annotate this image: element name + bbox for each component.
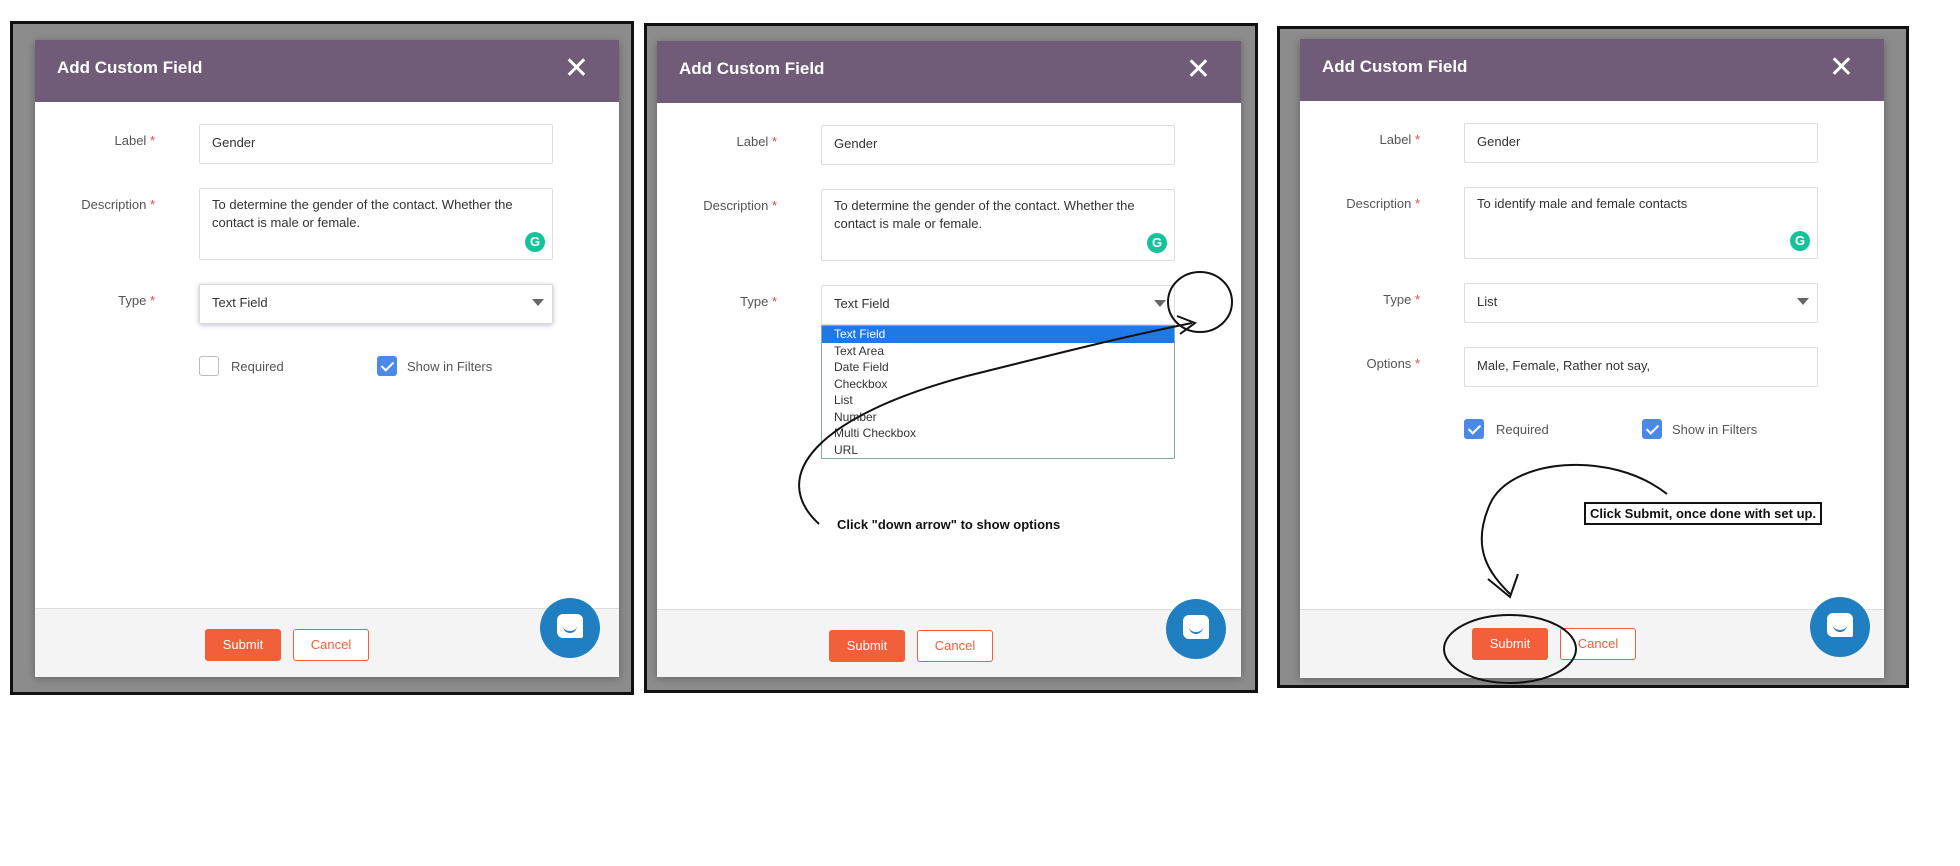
required-checkbox-label: Required: [231, 359, 284, 374]
description-text: To identify male and female contacts: [1477, 196, 1688, 211]
description-field-label: Description *: [703, 198, 777, 213]
chevron-down-icon[interactable]: [1797, 298, 1809, 305]
dialog-footer: Submit Cancel: [657, 609, 1241, 677]
show-in-filters-checkbox[interactable]: [1642, 419, 1662, 439]
required-checkbox[interactable]: [1464, 419, 1484, 439]
grammarly-icon[interactable]: G: [1147, 233, 1167, 253]
dialog-header: Add Custom Field ✕: [1300, 39, 1884, 101]
options-input[interactable]: Male, Female, Rather not say,: [1464, 347, 1818, 387]
screenshot-panel-1: Add Custom Field ✕ Label * Gender Descri…: [10, 21, 634, 695]
dialog-title: Add Custom Field: [1322, 57, 1468, 76]
type-select-value: Text Field: [834, 296, 890, 311]
add-custom-field-dialog: Add Custom Field ✕ Label * Gender Descri…: [1300, 39, 1884, 678]
required-checkbox-label: Required: [1496, 422, 1549, 437]
submit-button[interactable]: Submit: [205, 629, 281, 661]
description-field-label: Description *: [81, 197, 155, 212]
close-icon[interactable]: ✕: [1186, 55, 1211, 85]
chat-widget-button[interactable]: [540, 598, 600, 658]
dialog-title: Add Custom Field: [679, 59, 825, 78]
type-field-label: Type *: [740, 294, 777, 309]
type-select[interactable]: Text Field: [821, 285, 1175, 325]
close-icon[interactable]: ✕: [1829, 53, 1854, 83]
submit-button[interactable]: Submit: [829, 630, 905, 662]
description-text: To determine the gender of the contact. …: [212, 197, 513, 230]
type-options-list: Text Field Text Area Date Field Checkbox…: [821, 325, 1175, 459]
annotation-note: Click "down arrow" to show options: [837, 517, 1061, 532]
description-text: To determine the gender of the contact. …: [834, 198, 1135, 231]
type-select[interactable]: List: [1464, 283, 1818, 323]
dialog-footer: Submit Cancel: [35, 608, 619, 677]
add-custom-field-dialog: Add Custom Field ✕ Label * Gender Descri…: [657, 41, 1241, 677]
add-custom-field-dialog: Add Custom Field ✕ Label * Gender Descri…: [35, 40, 619, 677]
chat-icon: [1183, 615, 1209, 639]
dialog-title: Add Custom Field: [57, 58, 203, 77]
label-input[interactable]: Gender: [1464, 123, 1818, 163]
dialog-header: Add Custom Field ✕: [35, 40, 619, 102]
chat-icon: [557, 614, 583, 638]
chevron-down-icon[interactable]: [532, 299, 544, 306]
options-field-label: Options *: [1366, 356, 1421, 371]
description-textarea[interactable]: To identify male and female contacts G: [1464, 187, 1818, 259]
required-checkbox[interactable]: [199, 356, 219, 376]
type-option[interactable]: Number: [822, 409, 1174, 426]
annotation-note: Click Submit, once done with set up.: [1584, 502, 1823, 525]
dialog-footer: Submit Cancel: [1300, 609, 1884, 678]
grammarly-icon[interactable]: G: [525, 232, 545, 252]
cancel-button[interactable]: Cancel: [917, 630, 993, 662]
label-field-label: Label *: [114, 133, 156, 148]
description-field-label: Description *: [1346, 196, 1420, 211]
label-field-label: Label *: [1379, 132, 1421, 147]
chat-widget-button[interactable]: [1166, 599, 1226, 659]
cancel-button[interactable]: Cancel: [293, 629, 369, 661]
type-option[interactable]: Multi Checkbox: [822, 425, 1174, 442]
grammarly-icon[interactable]: G: [1790, 231, 1810, 251]
type-field-label: Type *: [1383, 292, 1420, 307]
type-select-value: Text Field: [212, 295, 268, 310]
cancel-button[interactable]: Cancel: [1560, 628, 1636, 660]
chevron-down-icon[interactable]: [1154, 300, 1166, 307]
type-option[interactable]: Text Area: [822, 343, 1174, 360]
screenshot-panel-3: Add Custom Field ✕ Label * Gender Descri…: [1277, 26, 1909, 688]
chat-icon: [1827, 613, 1853, 637]
submit-button[interactable]: Submit: [1472, 628, 1548, 660]
label-input[interactable]: Gender: [821, 125, 1175, 165]
type-select-value: List: [1477, 294, 1498, 309]
screenshot-panel-2: Add Custom Field ✕ Label * Gender Descri…: [644, 23, 1258, 693]
type-option[interactable]: Text Field: [822, 326, 1174, 343]
type-option[interactable]: Checkbox: [822, 376, 1174, 393]
description-textarea[interactable]: To determine the gender of the contact. …: [821, 189, 1175, 261]
chat-widget-button[interactable]: [1810, 597, 1870, 657]
type-field-label: Type *: [118, 293, 155, 308]
label-field-label: Label *: [736, 134, 778, 149]
type-option[interactable]: Date Field: [822, 359, 1174, 376]
type-option[interactable]: URL: [822, 442, 1174, 459]
type-select[interactable]: Text Field: [199, 284, 553, 324]
show-in-filters-checkbox-label: Show in Filters: [1672, 422, 1758, 437]
label-input[interactable]: Gender: [199, 124, 553, 164]
close-icon[interactable]: ✕: [564, 54, 589, 84]
description-textarea[interactable]: To determine the gender of the contact. …: [199, 188, 553, 260]
type-option[interactable]: List: [822, 392, 1174, 409]
show-in-filters-checkbox[interactable]: [377, 356, 397, 376]
show-in-filters-checkbox-label: Show in Filters: [407, 359, 493, 374]
dialog-header: Add Custom Field ✕: [657, 41, 1241, 103]
